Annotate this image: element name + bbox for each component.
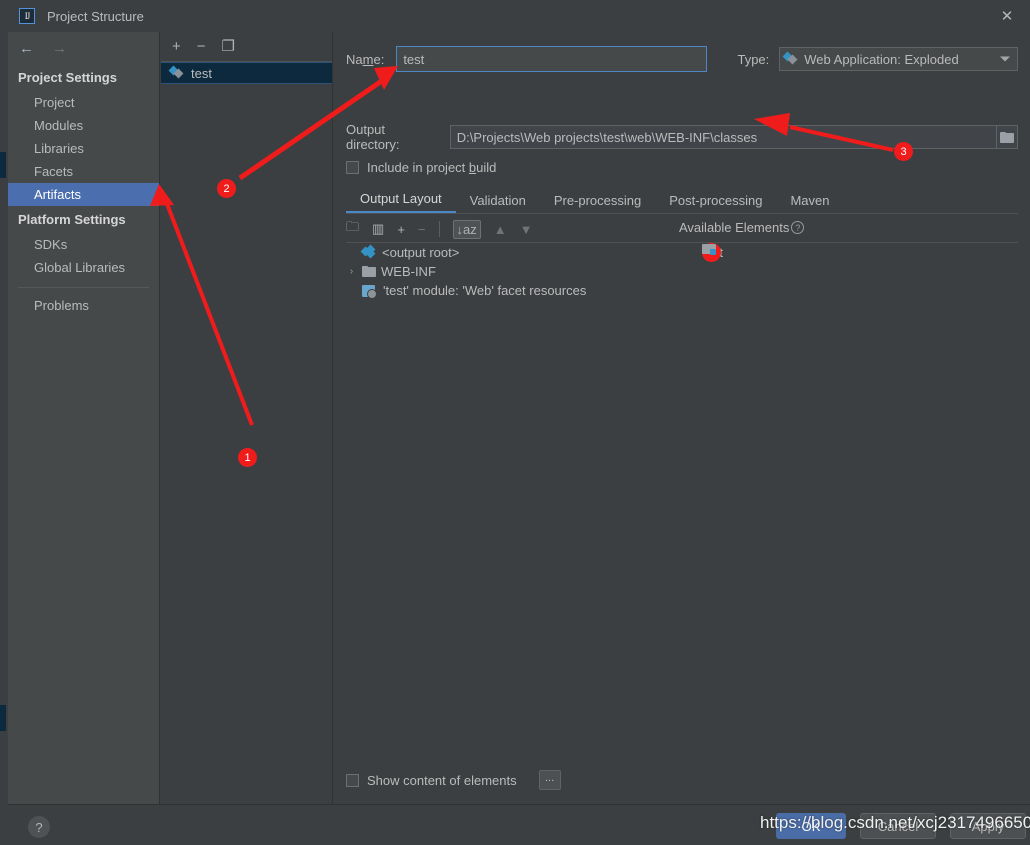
annotation-badge-3: 3 [894,142,913,161]
window-title: Project Structure [47,8,144,24]
add-copy-icon[interactable]: + [397,222,405,237]
tree-row[interactable]: › WEB-INF [346,262,676,281]
include-in-build-checkbox[interactable] [346,161,359,174]
artifact-label: test [191,65,212,81]
help-icon[interactable]: ? [791,221,805,234]
project-structure-dialog: IJ Project Structure ✕ ← → Project Setti… [0,0,1030,845]
sidebar-item-artifacts[interactable]: Artifacts [8,183,159,206]
name-label: Name: [346,51,385,67]
sidebar-item-libraries[interactable]: Libraries [8,137,159,160]
artifact-list-toolbar: + − ❐ [161,32,332,62]
toolbar-divider [438,221,440,237]
artifact-name-input[interactable] [396,46,708,72]
sidebar-divider [18,287,149,288]
folder-icon [362,266,376,277]
artifact-type-value: Web Application: Exploded [804,51,959,67]
artifact-icon [168,65,185,80]
tree-row-label: WEB-INF [381,264,436,279]
sidebar-item-problems[interactable]: Problems [8,294,159,317]
tab-validation[interactable]: Validation [456,193,540,213]
sidebar-item-facets[interactable]: Facets [8,160,159,183]
module-folder-icon [702,243,721,262]
watermark-text: https://blog.csdn.net/xcj2317496650 [760,813,1030,832]
sidebar-item-modules[interactable]: Modules [8,114,159,137]
facet-icon [362,284,377,299]
tree-row-label: 'test' module: 'Web' facet resources [383,283,587,298]
more-options-button[interactable]: ... [538,770,561,790]
help-button[interactable]: ? [28,816,50,838]
show-content-checkbox[interactable] [346,773,359,787]
move-down-icon[interactable]: ▼ [520,222,533,237]
name-label-mnemonic: m [362,51,374,67]
output-root-icon [360,244,377,259]
artifact-details-panel: Name: Type: Web Application: Exploded Ou… [334,32,1030,804]
annotation-badge-1: 1 [238,448,257,467]
sidebar-group-project-settings: Project Settings [18,70,117,85]
annotation-badge-2: 2 [217,179,236,198]
add-directory-icon[interactable]: 🗀 [346,218,359,240]
tree-row[interactable]: 'test' module: 'Web' facet resources [346,281,676,300]
artifact-type-select[interactable]: Web Application: Exploded [779,47,1018,71]
tabs-divider [346,213,1018,214]
intellij-logo-icon: IJ [19,8,35,24]
ide-tool-strip-top [0,152,6,178]
tab-pre-processing[interactable]: Pre-processing [540,193,655,213]
include-in-build-row[interactable]: Include in project build [346,160,496,175]
output-directory-label: Output directory: [346,122,400,152]
available-elements-tree: test [702,243,1002,262]
sidebar-item-sdks[interactable]: SDKs [8,233,159,256]
sidebar-item-global-libraries[interactable]: Global Libraries [8,256,159,279]
list-item[interactable]: test [702,243,1002,262]
ide-tool-strip-bottom [0,705,6,731]
chevron-down-icon[interactable] [1000,56,1010,62]
copy-artifact-button[interactable]: ❐ [222,39,235,54]
add-artifact-button[interactable]: + [172,39,181,54]
folder-icon [999,131,1014,143]
details-tabs: Output Layout Validation Pre-processing … [346,188,1018,213]
show-content-row[interactable]: Show content of elements ... [346,770,561,790]
include-label-mnemonic: b [468,160,477,175]
tree-row-label: <output root> [382,245,460,260]
close-icon[interactable]: ✕ [984,0,1030,32]
settings-sidebar: ← → Project Settings Project Modules Lib… [8,32,160,804]
sidebar-nav: ← → [8,32,159,64]
output-layout-tree: <output root> › WEB-INF 'test' module: '… [346,243,676,300]
type-label: Type: [737,51,770,67]
web-application-icon [782,51,799,66]
chevron-right-icon[interactable]: › [346,266,357,277]
output-directory-input[interactable]: D:\Projects\Web projects\test\web\WEB-IN… [449,125,997,149]
tab-maven[interactable]: Maven [776,193,843,213]
back-arrow-icon[interactable]: ← [19,41,34,56]
show-content-label: Show content of elements [367,772,517,788]
output-directory-row: Output directory: D:\Projects\Web projec… [346,122,1018,152]
sidebar-group-platform-settings: Platform Settings [18,212,126,227]
artifact-list-panel: + − ❐ test [161,32,333,804]
remove-artifact-button[interactable]: − [197,39,206,54]
tree-row[interactable]: <output root> [346,243,676,262]
include-in-build-label: Include in project build [367,160,497,175]
browse-folder-icon[interactable] [996,125,1018,149]
title-bar: IJ Project Structure ✕ [8,0,1030,32]
list-item[interactable]: test [161,62,332,84]
available-elements-label: Available Elements [679,220,790,235]
name-row: Name: Type: Web Application: Exploded [346,46,1018,72]
move-up-icon[interactable]: ▲ [494,222,507,237]
tab-post-processing[interactable]: Post-processing [655,193,776,213]
available-elements-header: Available Elements ? [679,220,805,235]
add-archive-icon[interactable]: ▥ [372,221,384,237]
sort-icon[interactable]: ↓az [452,219,481,239]
remove-element-icon[interactable]: − [418,222,426,237]
tab-output-layout[interactable]: Output Layout [346,191,456,213]
forward-arrow-icon[interactable]: → [52,41,67,56]
sidebar-item-project[interactable]: Project [8,91,159,114]
